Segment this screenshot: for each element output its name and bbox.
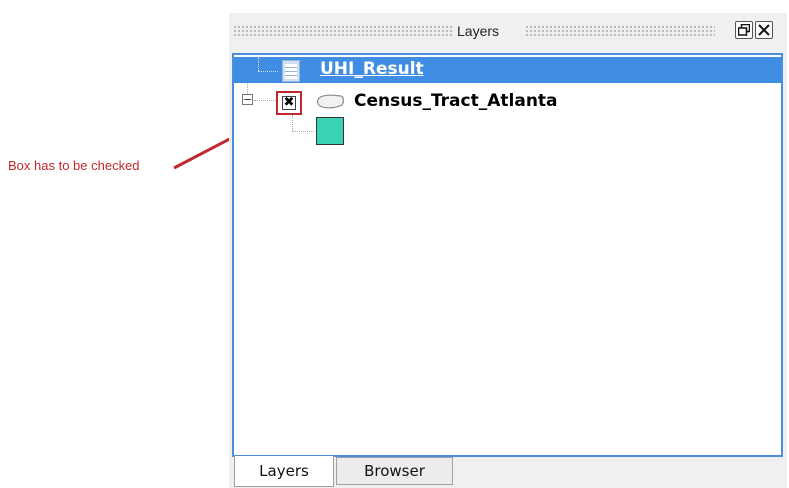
tree-connector <box>258 57 259 71</box>
float-window-icon <box>738 24 750 36</box>
tree-connector <box>292 115 293 131</box>
panel-tabbar: Layers Browser <box>229 456 787 488</box>
close-button[interactable] <box>755 21 773 39</box>
tree-connector <box>258 71 278 72</box>
panel-titlebar[interactable]: Layers <box>229 13 787 53</box>
checkbox-check-icon: ✖ <box>282 95 296 110</box>
tree-connector <box>254 100 276 101</box>
close-icon <box>758 24 770 36</box>
panel-title: Layers <box>457 23 500 39</box>
layer-visibility-checkbox[interactable]: ✖ <box>276 91 302 115</box>
float-button[interactable] <box>735 21 753 39</box>
tree-connector <box>292 131 314 132</box>
tab-layers[interactable]: Layers <box>234 456 334 487</box>
polygon-icon <box>317 94 344 109</box>
legend-color-swatch <box>316 117 344 145</box>
table-icon <box>282 60 300 82</box>
layer-name[interactable]: Census_Tract_Atlanta <box>354 91 558 111</box>
titlebar-grip <box>233 25 453 37</box>
tab-browser[interactable]: Browser <box>336 457 453 485</box>
layer-row-uhi-result[interactable]: UHI_Result <box>234 57 781 83</box>
layer-name[interactable]: UHI_Result <box>320 59 424 79</box>
titlebar-grip <box>525 25 715 37</box>
layers-panel: Layers UHI_Result − ✖ Census_Tract_Atlan… <box>229 13 787 488</box>
collapse-icon[interactable]: − <box>242 94 253 105</box>
layer-tree[interactable]: UHI_Result − ✖ Census_Tract_Atlanta <box>232 53 783 457</box>
